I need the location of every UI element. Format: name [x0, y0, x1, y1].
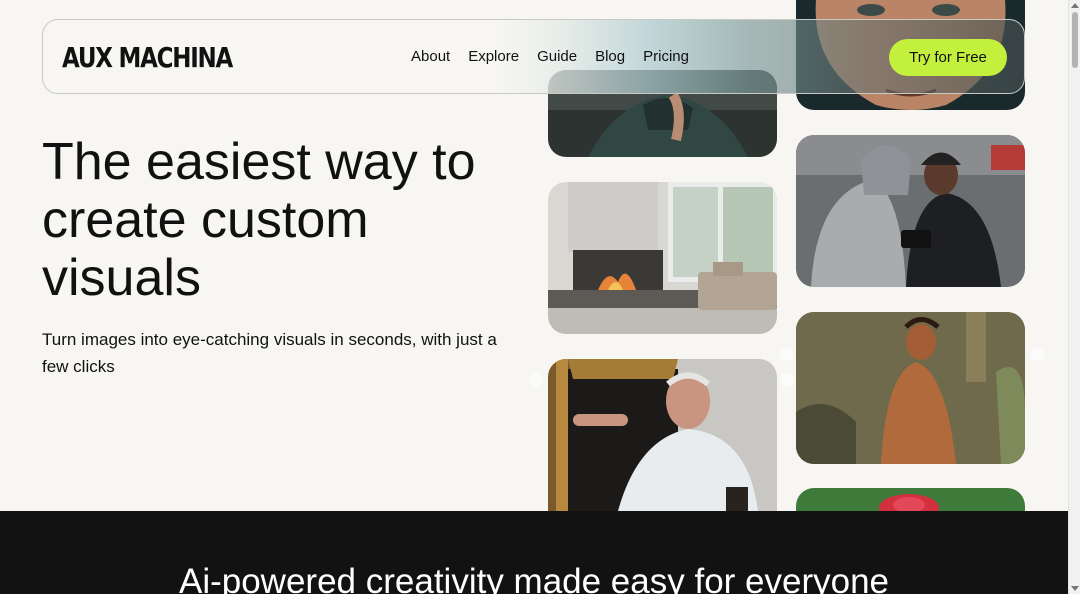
old-man-photo — [548, 359, 777, 511]
site-header: AUX MACHINA About Explore Guide Blog Pri… — [42, 19, 1025, 94]
carousel-dot[interactable] — [529, 373, 543, 387]
hero-title: The easiest way to create custom visuals — [42, 133, 476, 307]
brand-logo[interactable]: AUX MACHINA — [62, 41, 233, 74]
nav-item-guide[interactable]: Guide — [537, 48, 577, 65]
camera-men-photo — [796, 135, 1025, 287]
nav-item-about[interactable]: About — [411, 48, 450, 65]
feature-section-title: Ai-powered creativity made easy for ever… — [178, 562, 890, 594]
scroll-up-arrow-icon[interactable] — [1071, 3, 1079, 8]
carousel-dot[interactable] — [1030, 347, 1044, 361]
carousel-dot[interactable] — [780, 347, 794, 361]
graffiti-man-photo — [796, 312, 1025, 464]
nav-item-pricing[interactable]: Pricing — [643, 48, 689, 65]
try-for-free-button[interactable]: Try for Free — [889, 39, 1007, 76]
gallery-image-graffiti-man[interactable] — [796, 312, 1025, 464]
hero-subtitle: Turn images into eye-catching visuals in… — [42, 330, 497, 376]
nav-item-blog[interactable]: Blog — [595, 48, 625, 65]
gallery-image-old-man[interactable] — [548, 359, 777, 511]
nav-item-explore[interactable]: Explore — [468, 48, 519, 65]
fireplace-photo — [548, 182, 777, 334]
scrollbar-thumb[interactable] — [1072, 12, 1078, 68]
carousel-dot[interactable] — [780, 373, 794, 387]
page: AUX MACHINA About Explore Guide Blog Pri… — [0, 0, 1068, 594]
gallery-image-camera-men[interactable] — [796, 135, 1025, 287]
page-scrollbar[interactable] — [1068, 0, 1080, 594]
gallery-image-fireplace[interactable] — [548, 182, 777, 334]
main-nav: About Explore Guide Blog Pricing — [411, 48, 689, 65]
scroll-down-arrow-icon[interactable] — [1071, 586, 1079, 591]
